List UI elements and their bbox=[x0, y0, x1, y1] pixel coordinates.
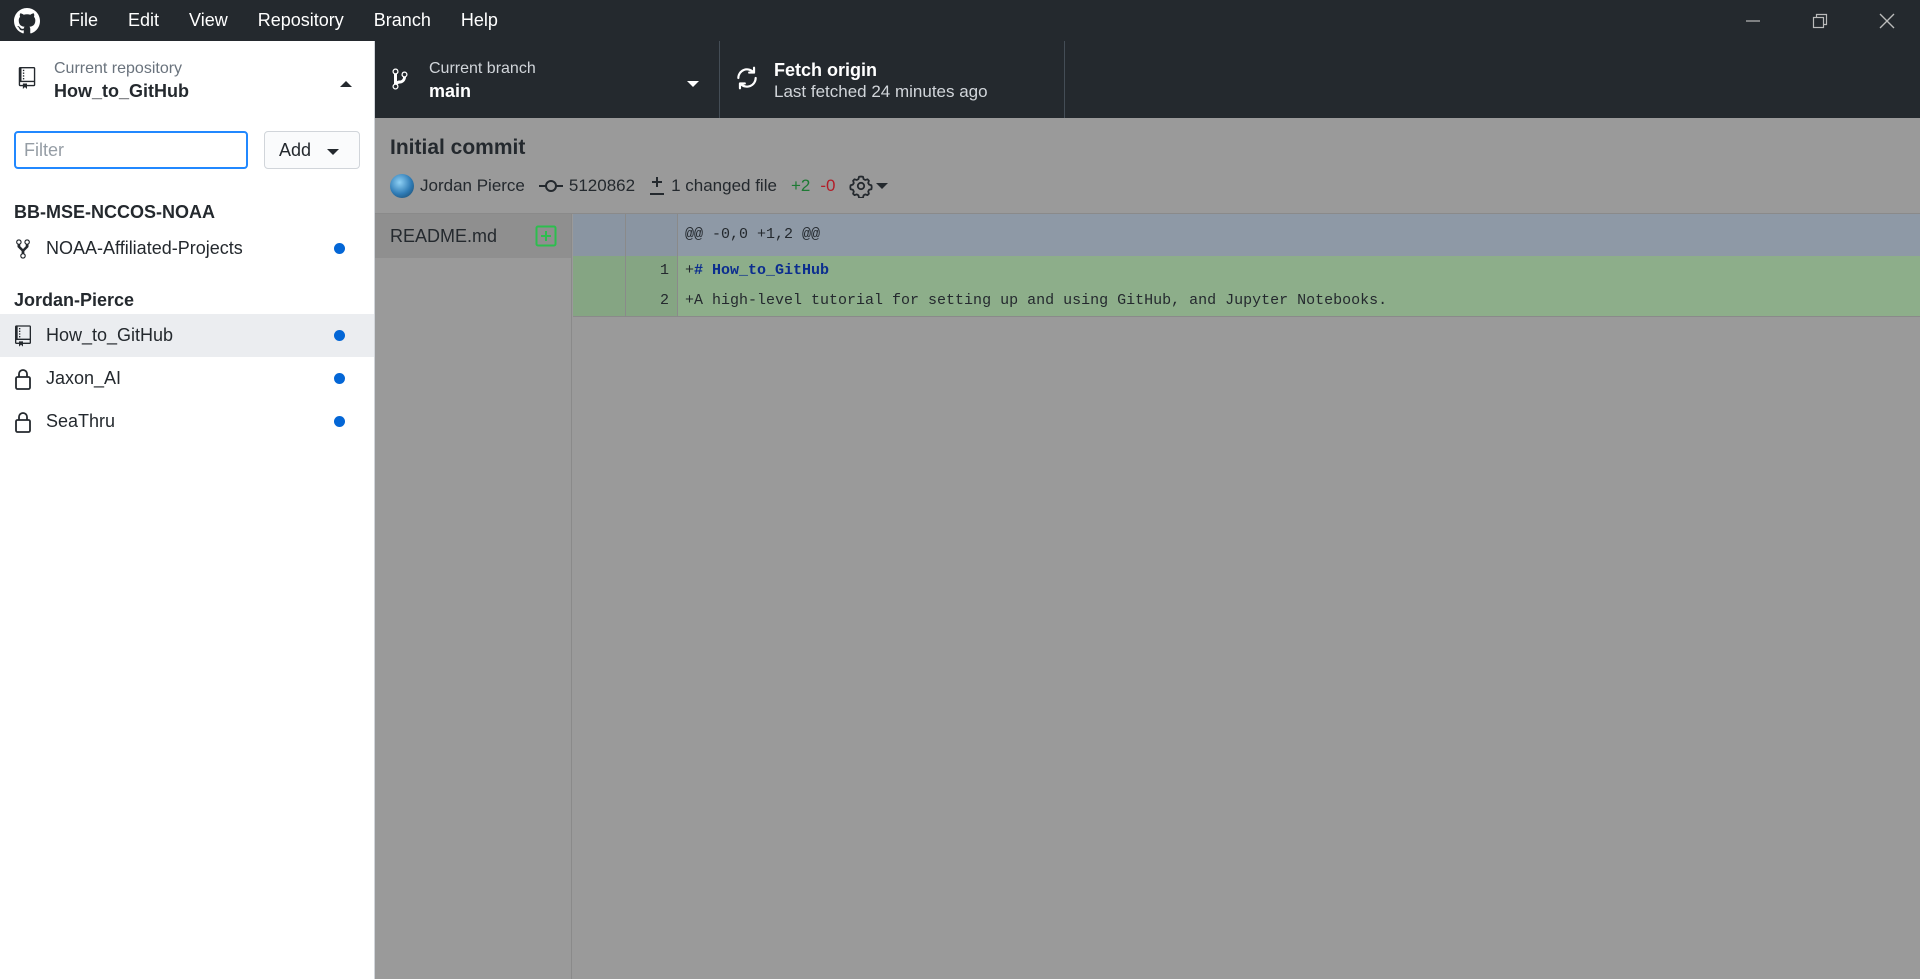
commit-title: Initial commit bbox=[390, 136, 526, 159]
current-repository-button[interactable]: Current repository How_to_GitHub bbox=[0, 41, 375, 118]
repo-item-seathru[interactable]: SeaThru bbox=[0, 400, 374, 443]
close-icon bbox=[1879, 13, 1894, 28]
diff-line-content: # How_to_GitHub bbox=[694, 262, 830, 279]
filter-row: Add bbox=[14, 131, 360, 169]
diff-line-text: +# How_to_GitHub bbox=[678, 256, 1920, 286]
commit-author: Jordan Pierce bbox=[420, 176, 525, 195]
group-header-bb-mse-nccos-noaa: BB-MSE-NCCOS-NOAA bbox=[14, 202, 215, 222]
unread-dot bbox=[334, 373, 345, 384]
unread-dot bbox=[334, 416, 345, 427]
menu-edit[interactable]: Edit bbox=[113, 0, 174, 41]
unread-dot bbox=[334, 330, 345, 341]
diff-settings-button[interactable] bbox=[849, 174, 889, 198]
repository-list-panel: Add BB-MSE-NCCOS-NOAA NOAA-Affiliated-Pr… bbox=[0, 118, 375, 979]
diff-view: @@ -0,0 +1,2 @@ 1 +# How_to_GitHub 2 +A … bbox=[573, 214, 1920, 317]
old-line-number bbox=[573, 256, 626, 286]
menu-help[interactable]: Help bbox=[446, 0, 513, 41]
commit-icon bbox=[538, 179, 563, 193]
repo-item-noaa-affiliated-projects[interactable]: NOAA-Affiliated-Projects bbox=[0, 227, 374, 270]
diff-icon bbox=[649, 176, 665, 196]
file-added-icon bbox=[535, 225, 557, 252]
current-branch-name: main bbox=[429, 81, 472, 101]
current-branch-button[interactable]: Current branch main bbox=[375, 41, 720, 118]
fetch-origin-button[interactable]: Fetch origin Last fetched 24 minutes ago bbox=[720, 41, 1065, 118]
caret-down-icon bbox=[687, 75, 699, 93]
toolbar: Current repository How_to_GitHub Current… bbox=[0, 41, 1920, 118]
diff-hunk-header: @@ -0,0 +1,2 @@ bbox=[573, 214, 1920, 256]
divider bbox=[573, 316, 1920, 317]
restore-icon bbox=[1812, 13, 1827, 28]
changed-file-list: README.md bbox=[375, 214, 572, 979]
title-bar: File Edit View Repository Branch Help bbox=[0, 0, 1920, 41]
diff-line[interactable]: 2 +A high-level tutorial for setting up … bbox=[573, 286, 1920, 316]
diff-line-text: +A high-level tutorial for setting up an… bbox=[678, 286, 1920, 316]
branch-icon bbox=[391, 67, 409, 96]
sync-icon bbox=[734, 65, 760, 96]
new-line-number bbox=[626, 214, 678, 256]
repo-icon bbox=[0, 324, 46, 347]
old-line-number bbox=[573, 214, 626, 256]
repo-name: How_to_GitHub bbox=[46, 325, 174, 345]
hunk-header-text: @@ -0,0 +1,2 @@ bbox=[685, 226, 821, 243]
github-logo-icon bbox=[0, 0, 54, 41]
unread-dot bbox=[334, 243, 345, 254]
minimize-button[interactable] bbox=[1719, 0, 1786, 41]
filter-input[interactable] bbox=[14, 131, 248, 169]
minimize-icon bbox=[1745, 19, 1760, 22]
menu-view[interactable]: View bbox=[174, 0, 243, 41]
group-header-jordan-pierce: Jordan-Pierce bbox=[14, 290, 135, 310]
current-repository-label: Current repository bbox=[54, 60, 183, 77]
new-line-number: 1 bbox=[626, 256, 678, 286]
close-button[interactable] bbox=[1853, 0, 1920, 41]
add-button[interactable]: Add bbox=[264, 131, 360, 169]
old-line-number bbox=[573, 286, 626, 316]
repo-name: Jaxon_AI bbox=[46, 368, 122, 388]
diff-prefix: + bbox=[685, 292, 695, 309]
last-fetched-text: Last fetched 24 minutes ago bbox=[774, 82, 988, 101]
avatar bbox=[390, 174, 414, 198]
commit-meta: Jordan Pierce 5120862 1 changed file +2 … bbox=[390, 173, 894, 199]
repo-name: NOAA-Affiliated-Projects bbox=[46, 238, 243, 258]
lock-icon bbox=[0, 411, 46, 433]
window-controls bbox=[1719, 0, 1920, 41]
caret-down-icon bbox=[327, 140, 340, 161]
commit-detail-panel: Initial commit Jordan Pierce 5120862 1 c… bbox=[375, 118, 1920, 979]
lock-icon bbox=[0, 368, 46, 390]
diff-prefix: + bbox=[685, 262, 695, 279]
fork-icon bbox=[0, 238, 46, 260]
repo-item-how-to-github[interactable]: How_to_GitHub bbox=[0, 314, 374, 357]
current-repository-name: How_to_GitHub bbox=[54, 81, 189, 101]
deletions-count: -0 bbox=[820, 176, 836, 195]
caret-up-icon bbox=[340, 75, 352, 93]
repo-icon bbox=[18, 67, 36, 94]
changed-file-readme[interactable]: README.md bbox=[375, 214, 571, 258]
restore-button[interactable] bbox=[1786, 0, 1853, 41]
file-name: README.md bbox=[390, 225, 498, 246]
menu-file[interactable]: File bbox=[54, 0, 113, 41]
changed-files-count: 1 changed file bbox=[671, 176, 777, 195]
repo-name: SeaThru bbox=[46, 411, 116, 431]
repo-item-jaxon-ai[interactable]: Jaxon_AI bbox=[0, 357, 374, 400]
new-line-number: 2 bbox=[626, 286, 678, 316]
caret-down-icon bbox=[876, 183, 889, 189]
diff-line[interactable]: 1 +# How_to_GitHub bbox=[573, 256, 1920, 286]
current-branch-label: Current branch bbox=[429, 60, 536, 77]
menu-repository[interactable]: Repository bbox=[243, 0, 359, 41]
gear-icon bbox=[849, 175, 874, 198]
menu-bar: File Edit View Repository Branch Help bbox=[54, 0, 513, 41]
menu-branch[interactable]: Branch bbox=[359, 0, 446, 41]
diff-line-content: A high-level tutorial for setting up and… bbox=[694, 292, 1388, 309]
fetch-origin-title: Fetch origin bbox=[774, 60, 877, 80]
add-button-label: Add bbox=[279, 139, 312, 160]
additions-count: +2 bbox=[790, 176, 811, 195]
commit-sha: 5120862 bbox=[568, 176, 636, 195]
